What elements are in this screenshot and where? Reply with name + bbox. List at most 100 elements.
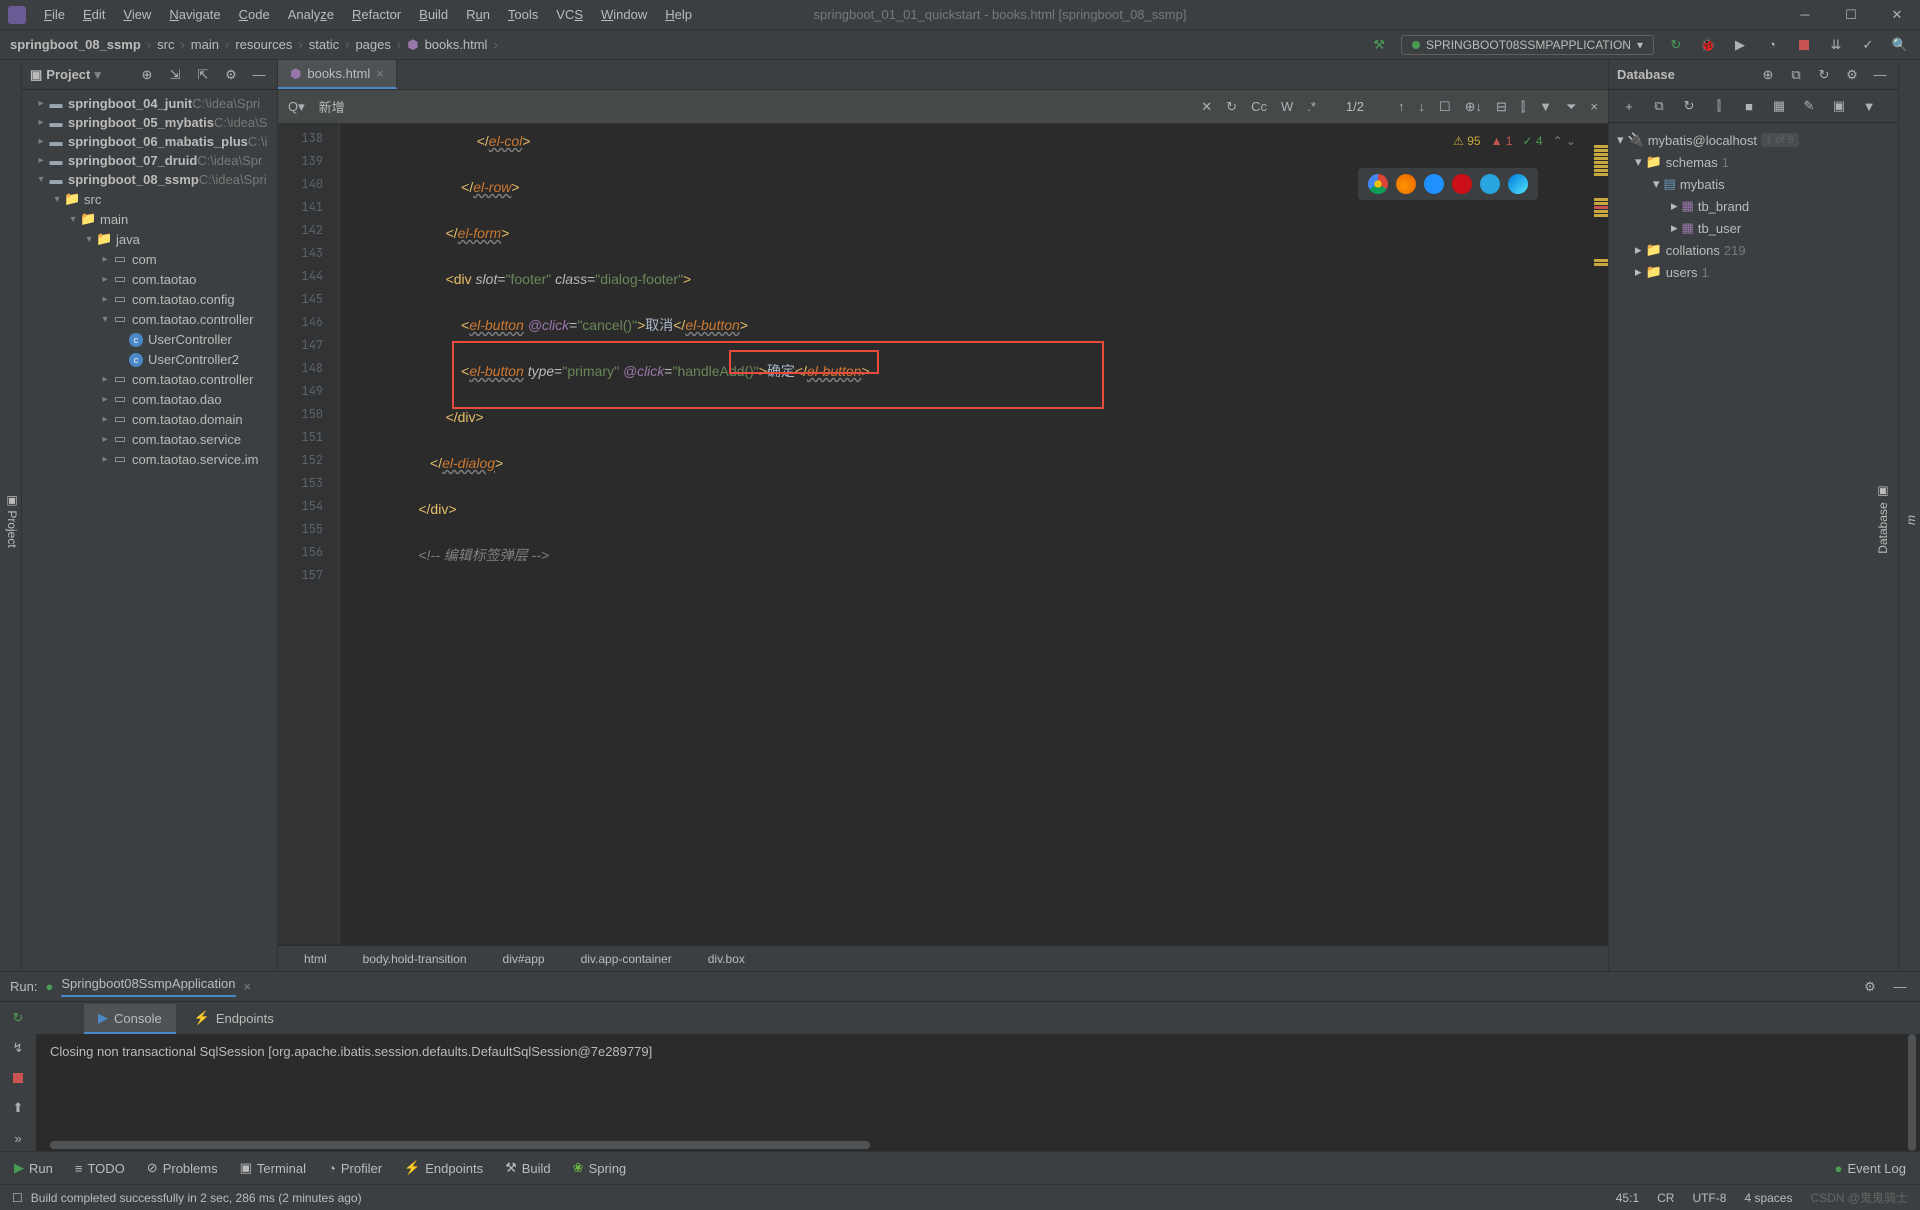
crumb-src[interactable]: src: [157, 37, 174, 52]
crumb-project[interactable]: springboot_08_ssmp: [10, 37, 141, 52]
editor-tab-books[interactable]: ⬢ books.html ×: [278, 60, 397, 89]
menu-analyze[interactable]: Analyze: [280, 3, 342, 26]
stop-button[interactable]: [1794, 35, 1814, 55]
locate-button[interactable]: ⊕: [137, 65, 157, 85]
indent[interactable]: 4 spaces: [1744, 1191, 1792, 1205]
firefox-icon[interactable]: [1396, 174, 1416, 194]
regex-button[interactable]: .*: [1307, 99, 1316, 114]
filter-button[interactable]: ▼: [1539, 99, 1552, 114]
tw-terminal[interactable]: ▣Terminal: [240, 1160, 306, 1176]
tree-item[interactable]: ▸▭com: [22, 249, 277, 269]
rerun-button[interactable]: ↻: [1666, 35, 1686, 55]
db-sync-button[interactable]: ↻: [1679, 96, 1699, 116]
close-tab-button[interactable]: ×: [376, 66, 384, 81]
bc-box[interactable]: div.box: [700, 952, 753, 966]
database-tool-tab[interactable]: Database ▣: [1874, 479, 1892, 560]
search-input[interactable]: [319, 99, 1188, 114]
menu-run[interactable]: Run: [458, 3, 498, 26]
build-button[interactable]: ⚒: [1369, 35, 1389, 55]
collapse-all-button[interactable]: ⇱: [193, 65, 213, 85]
expand-all-button[interactable]: ⇲: [165, 65, 185, 85]
tree-item[interactable]: ▸▭com.taotao: [22, 269, 277, 289]
crumb-file[interactable]: books.html: [425, 37, 488, 52]
vcs-commit-button[interactable]: ✓: [1858, 35, 1878, 55]
rerun-button[interactable]: ↻: [8, 1008, 28, 1028]
debug-button[interactable]: 🐞: [1698, 35, 1718, 55]
close-bar-button[interactable]: ×: [1590, 99, 1598, 114]
db-table-button[interactable]: ▦: [1769, 96, 1789, 116]
menu-help[interactable]: Help: [657, 3, 700, 26]
tree-item[interactable]: ▾▬springboot_08_ssmp C:\idea\Spri: [22, 170, 277, 189]
vcs-update-button[interactable]: ⇊: [1826, 35, 1846, 55]
menu-build[interactable]: Build: [411, 3, 456, 26]
horizontal-scrollbar[interactable]: [50, 1141, 870, 1149]
run-settings-button[interactable]: ⚙: [1860, 977, 1880, 997]
tree-item[interactable]: ▸▭com.taotao.domain: [22, 409, 277, 429]
history-button[interactable]: ↻: [1226, 99, 1237, 115]
run-app-name[interactable]: Springboot08SsmpApplication: [61, 976, 235, 997]
db-edit-button[interactable]: ✎: [1799, 96, 1819, 116]
db-table-user[interactable]: ▸▦tb_user: [1617, 217, 1890, 239]
tree-item[interactable]: ▸▭com.taotao.service: [22, 429, 277, 449]
crumb-resources[interactable]: resources: [235, 37, 292, 52]
tree-item[interactable]: cUserController2: [22, 349, 277, 369]
run-hide-button[interactable]: —: [1890, 977, 1910, 997]
run-output[interactable]: Closing non transactional SqlSession [or…: [36, 1034, 1920, 1151]
tree-item[interactable]: ▸▭com.taotao.controller: [22, 369, 277, 389]
tree-item[interactable]: ▸▬springboot_05_mybatis C:\idea\S: [22, 113, 277, 132]
bc-body[interactable]: body.hold-transition: [355, 952, 475, 966]
profile-button[interactable]: ◔: [1762, 35, 1782, 55]
db-plus-button[interactable]: +: [1619, 96, 1639, 116]
project-tool-tab[interactable]: ▣ Project: [3, 485, 21, 556]
tw-build[interactable]: ⚒Build: [505, 1160, 551, 1176]
tw-spring[interactable]: ❀Spring: [573, 1160, 626, 1176]
tree-item[interactable]: cUserController: [22, 329, 277, 349]
db-add-button[interactable]: ⊕: [1758, 65, 1778, 85]
db-refresh-button[interactable]: ↻: [1814, 65, 1834, 85]
vertical-scrollbar[interactable]: [1908, 1034, 1916, 1151]
menu-file[interactable]: File: [36, 3, 73, 26]
open-in-find-button[interactable]: ⫿: [1521, 99, 1525, 115]
funnel-icon[interactable]: ⏷: [1566, 99, 1576, 115]
match-case-button[interactable]: Cc: [1251, 99, 1267, 114]
db-settings-button[interactable]: ⚙: [1842, 65, 1862, 85]
search-everywhere-button[interactable]: 🔍: [1890, 35, 1910, 55]
bc-container[interactable]: div.app-container: [573, 952, 680, 966]
tw-endpoints[interactable]: ⚡Endpoints: [404, 1160, 483, 1176]
encoding[interactable]: UTF-8: [1692, 1191, 1726, 1205]
db-schemas[interactable]: ▾📁schemas1: [1617, 151, 1890, 173]
menu-code[interactable]: Code: [231, 3, 278, 26]
safari-icon[interactable]: [1424, 174, 1444, 194]
menu-edit[interactable]: Edit: [75, 3, 113, 26]
tree-item[interactable]: ▾▭com.taotao.controller: [22, 309, 277, 329]
select-all-button[interactable]: ☐: [1439, 99, 1451, 115]
next-match-button[interactable]: ↓: [1418, 99, 1425, 114]
db-connection[interactable]: ▾🔌mybatis@localhost1 of 9: [1617, 129, 1890, 151]
tree-item[interactable]: ▸▬springboot_04_junit C:\idea\Spri: [22, 94, 277, 113]
close-button[interactable]: ✕: [1874, 0, 1920, 30]
db-users[interactable]: ▸📁users1: [1617, 261, 1890, 283]
project-tree[interactable]: ▸▬springboot_04_junit C:\idea\Spri▸▬spri…: [22, 90, 277, 971]
menu-window[interactable]: Window: [593, 3, 655, 26]
status-icon[interactable]: ☐: [12, 1191, 23, 1205]
maven-tool-tab[interactable]: m: [1902, 509, 1920, 531]
tree-item[interactable]: ▸▭com.taotao.dao: [22, 389, 277, 409]
tree-item[interactable]: ▸▬springboot_07_druid C:\idea\Spr: [22, 151, 277, 170]
db-console-button[interactable]: ▣: [1829, 96, 1849, 116]
cursor-position[interactable]: 45:1: [1616, 1191, 1639, 1205]
minimap[interactable]: [1594, 124, 1608, 945]
edge-icon[interactable]: [1508, 174, 1528, 194]
inspection-widget[interactable]: ⚠ 95 ▲ 1 ✓ 4 ⌃ ⌄: [1453, 130, 1576, 153]
tw-event-log[interactable]: ●Event Log: [1835, 1161, 1906, 1176]
tw-todo[interactable]: ≡TODO: [75, 1161, 125, 1176]
crumb-main[interactable]: main: [191, 37, 219, 52]
db-filter-button[interactable]: ▼: [1859, 96, 1879, 116]
tw-problems[interactable]: ⊘Problems: [147, 1160, 218, 1176]
tree-item[interactable]: ▾📁main: [22, 209, 277, 229]
db-stop-button[interactable]: ■: [1739, 96, 1759, 116]
close-search-button[interactable]: ✕: [1201, 99, 1212, 115]
menu-view[interactable]: View: [115, 3, 159, 26]
db-collations[interactable]: ▸📁collations219: [1617, 239, 1890, 261]
run-config-selector[interactable]: SPRINGBOOT08SSMPAPPLICATION ▾: [1401, 35, 1654, 55]
code-area[interactable]: ⚠ 95 ▲ 1 ✓ 4 ⌃ ⌄ </el-col>: [340, 124, 1594, 945]
